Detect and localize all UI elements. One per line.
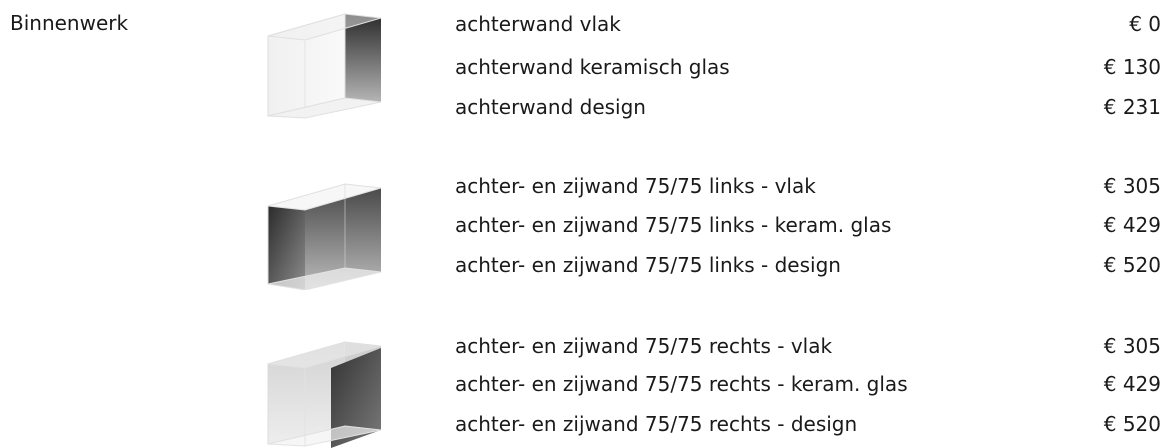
list-item: achter- en zijwand 75/75 rechts - keram.… [455,366,1161,402]
list-item: achterwand vlak € 0 [455,6,1161,42]
option-price: € 520 [1103,253,1161,277]
option-name: achterwand vlak [455,12,621,36]
list-item: achter- en zijwand 75/75 links - vlak € … [455,168,1161,204]
option-name: achter- en zijwand 75/75 rechts - design [455,412,858,436]
option-price: € 305 [1103,334,1161,358]
option-name: achter- en zijwand 75/75 links - vlak [455,174,816,198]
option-name: achter- en zijwand 75/75 links - keram. … [455,213,892,237]
list-item: achterwand keramisch glas € 130 [455,49,1161,85]
option-price: € 520 [1103,412,1161,436]
option-name: achterwand keramisch glas [455,55,730,79]
list-item: achter- en zijwand 75/75 links - keram. … [455,207,1161,243]
back-wall-icon [265,10,385,120]
option-name: achter- en zijwand 75/75 rechts - keram.… [455,372,908,396]
option-name: achter- en zijwand 75/75 links - design [455,253,841,277]
back-and-right-side-wall-icon [265,338,385,448]
option-name: achterwand design [455,95,646,119]
option-price: € 231 [1103,95,1161,119]
list-item: achter- en zijwand 75/75 rechts - vlak €… [455,328,1161,364]
option-price: € 130 [1103,55,1161,79]
option-price: € 0 [1129,12,1161,36]
option-group-back-left-wall: achter- en zijwand 75/75 links - vlak € … [0,160,1165,290]
option-price: € 305 [1103,174,1161,198]
option-group-back-right-wall: achter- en zijwand 75/75 rechts - vlak €… [0,320,1165,448]
list-item: achter- en zijwand 75/75 links - design … [455,247,1161,283]
list-item: achterwand design € 231 [455,89,1161,125]
list-item: achter- en zijwand 75/75 rechts - design… [455,406,1161,442]
option-price: € 429 [1103,213,1161,237]
option-name: achter- en zijwand 75/75 rechts - vlak [455,334,833,358]
option-group-back-wall: achterwand vlak € 0 achterwand keramisch… [0,0,1165,125]
back-and-left-side-wall-icon [265,180,385,290]
option-price: € 429 [1103,372,1161,396]
